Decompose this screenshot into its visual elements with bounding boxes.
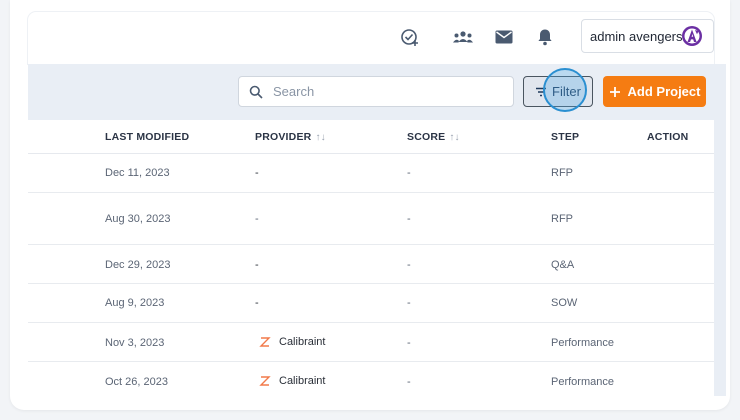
search-input[interactable] bbox=[273, 84, 493, 99]
cell-provider: Calibraint bbox=[259, 336, 325, 348]
col-score[interactable]: SCORE ↑↓ bbox=[407, 131, 460, 143]
plus-icon bbox=[609, 86, 620, 97]
provider-name: Calibraint bbox=[279, 336, 326, 348]
cell-last-modified: Dec 29, 2023 bbox=[105, 259, 171, 271]
col-step: STEP bbox=[551, 131, 580, 143]
check-plus-icon[interactable] bbox=[399, 26, 421, 48]
cell-provider: - bbox=[255, 213, 259, 225]
sort-icon[interactable]: ↑↓ bbox=[449, 132, 459, 143]
table-row[interactable]: Dec 29, 2023 - - Q&A bbox=[28, 245, 714, 284]
cell-score: - bbox=[407, 259, 411, 271]
col-last-modified[interactable]: LAST MODIFIED bbox=[105, 131, 189, 143]
sort-icon[interactable]: ↑↓ bbox=[315, 132, 325, 143]
search-icon bbox=[249, 85, 263, 99]
cell-score: - bbox=[407, 297, 411, 309]
cell-last-modified: Nov 3, 2023 bbox=[105, 337, 165, 349]
cell-provider: - bbox=[255, 297, 259, 309]
cell-step: RFP bbox=[551, 167, 573, 179]
table-row[interactable]: Nov 3, 2023 Calibraint - Performance bbox=[28, 323, 714, 362]
table-row[interactable]: Aug 30, 2023 - - RFP bbox=[28, 193, 714, 245]
cell-provider: Calibraint bbox=[259, 375, 325, 387]
filter-icon bbox=[536, 87, 547, 96]
toolbar: Filter Add Project bbox=[28, 64, 714, 120]
projects-table: LAST MODIFIED PROVIDER ↑↓ SCORE ↑↓ STEP AC… bbox=[28, 120, 714, 396]
add-project-label: Add Project bbox=[627, 84, 701, 99]
team-icon[interactable] bbox=[452, 26, 474, 48]
provider-logo-icon bbox=[259, 376, 271, 386]
cell-step: Q&A bbox=[551, 259, 575, 271]
filter-label: Filter bbox=[552, 84, 581, 99]
cell-last-modified: Dec 11, 2023 bbox=[105, 167, 170, 179]
cell-score: - bbox=[407, 337, 411, 349]
user-menu[interactable]: admin avengers bbox=[581, 19, 714, 53]
bell-icon[interactable] bbox=[534, 26, 556, 48]
col-provider[interactable]: PROVIDER ↑↓ bbox=[255, 131, 326, 143]
table-row[interactable]: Dec 11, 2023 - - RFP bbox=[28, 154, 714, 193]
cell-score: - bbox=[407, 167, 411, 179]
main-card: admin avengers Filter Add Project LAST M… bbox=[10, 0, 730, 410]
cell-score: - bbox=[407, 213, 411, 225]
top-header: admin avengers bbox=[28, 12, 714, 64]
cell-last-modified: Aug 30, 2023 bbox=[105, 213, 171, 225]
table-row[interactable]: Oct 26, 2023 Calibraint - Performance bbox=[28, 362, 714, 396]
cell-step: RFP bbox=[551, 213, 573, 225]
table-scroll-gutter bbox=[714, 64, 726, 396]
cell-score: - bbox=[407, 376, 411, 388]
cell-step: Performance bbox=[551, 337, 614, 349]
avatar bbox=[681, 25, 703, 47]
cell-last-modified: Oct 26, 2023 bbox=[105, 376, 168, 388]
search-box[interactable] bbox=[238, 76, 514, 107]
cell-provider: - bbox=[255, 167, 259, 179]
mail-icon[interactable] bbox=[493, 26, 515, 48]
cell-provider: - bbox=[255, 259, 259, 271]
add-project-button[interactable]: Add Project bbox=[603, 76, 706, 107]
provider-logo-icon bbox=[259, 337, 271, 347]
filter-button[interactable]: Filter bbox=[523, 76, 593, 107]
cell-step: SOW bbox=[551, 297, 578, 309]
cell-last-modified: Aug 9, 2023 bbox=[105, 297, 165, 309]
provider-name: Calibraint bbox=[279, 375, 326, 387]
cell-step: Performance bbox=[551, 376, 614, 388]
table-row[interactable]: Aug 9, 2023 - - SOW bbox=[28, 284, 714, 323]
table-header: LAST MODIFIED PROVIDER ↑↓ SCORE ↑↓ STEP AC… bbox=[28, 120, 714, 154]
user-name: admin avengers bbox=[590, 28, 683, 44]
col-action: ACTION bbox=[647, 131, 689, 143]
